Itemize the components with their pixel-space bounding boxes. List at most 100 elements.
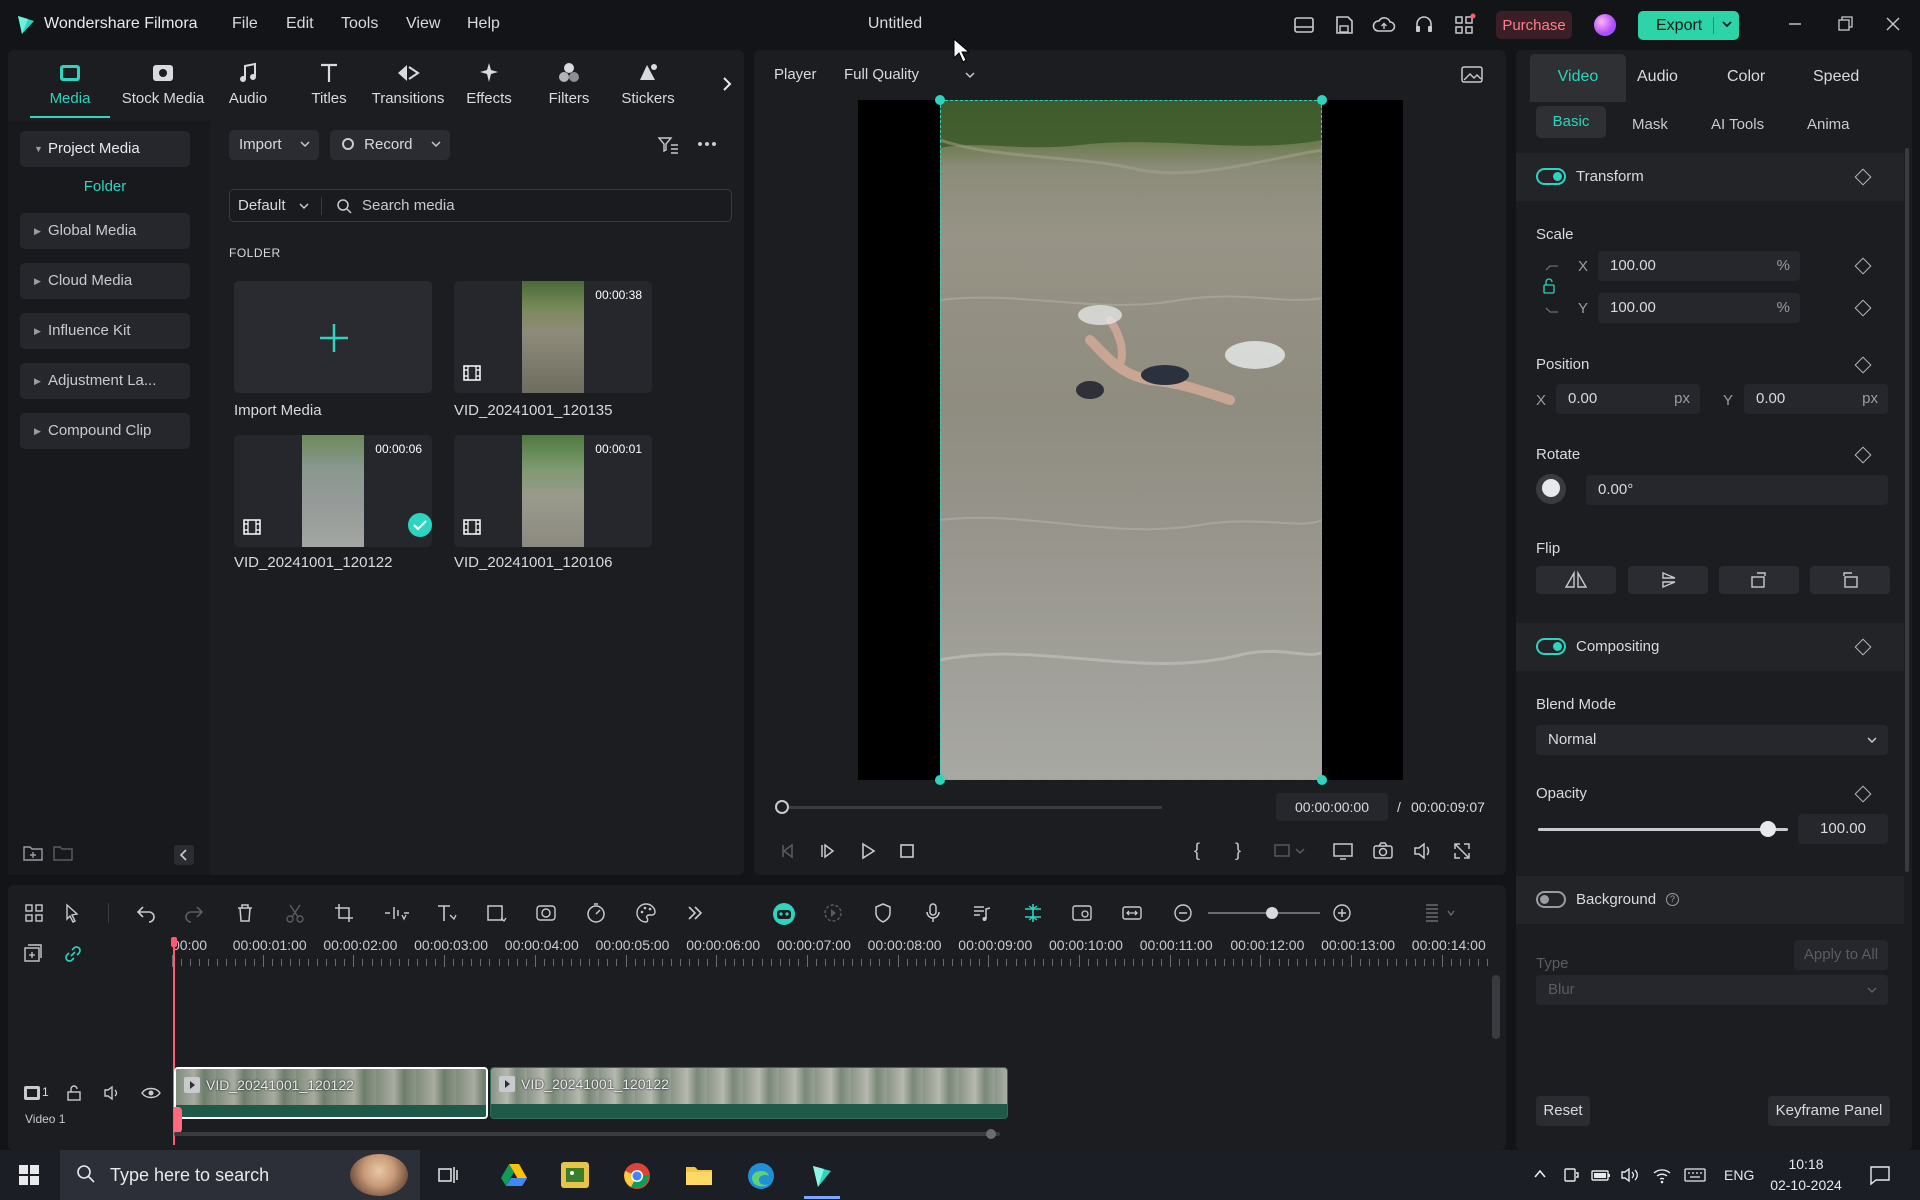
cut-icon[interactable]	[283, 901, 307, 925]
keyframe-diamond-icon[interactable]	[1854, 638, 1872, 656]
zoom-slider-handle[interactable]	[1266, 907, 1278, 919]
transform-toggle[interactable]	[1536, 168, 1566, 185]
shield-icon[interactable]	[871, 901, 895, 925]
video-preview[interactable]	[858, 95, 1403, 785]
text-tool-icon[interactable]	[434, 901, 458, 925]
select-tool-icon[interactable]	[62, 901, 86, 925]
tab-titles[interactable]: Titles	[289, 60, 369, 107]
edge-icon[interactable]	[747, 1162, 775, 1190]
timeline-hscrollbar[interactable]	[174, 1132, 1000, 1136]
microphone-icon[interactable]	[921, 901, 945, 925]
delete-icon[interactable]	[233, 901, 257, 925]
tab-speed[interactable]: Speed	[1813, 68, 1859, 86]
quality-dropdown[interactable]: Full Quality	[844, 66, 976, 83]
headset-icon[interactable]	[1412, 13, 1436, 37]
video-frame[interactable]	[935, 95, 1327, 785]
subtab-animation[interactable]: Anima	[1807, 116, 1861, 133]
subtab-mask[interactable]: Mask	[1632, 116, 1668, 133]
current-time[interactable]: 00:00:00:00	[1276, 793, 1388, 821]
keyframe-diamond-icon[interactable]	[1854, 168, 1872, 186]
cloud-upload-icon[interactable]	[1372, 13, 1396, 37]
tab-stock-media[interactable]: Stock Media	[115, 60, 211, 107]
timeline-clip[interactable]: VID_20241001_120122	[174, 1067, 488, 1119]
shape-icon[interactable]	[484, 901, 508, 925]
tab-color[interactable]: Color	[1727, 68, 1765, 86]
eye-icon[interactable]	[140, 1083, 162, 1103]
rotate-input[interactable]: 0.00°	[1586, 475, 1888, 505]
notifications-icon[interactable]	[1868, 1164, 1892, 1186]
photos-app-icon[interactable]	[561, 1162, 589, 1188]
folder-icon[interactable]	[52, 843, 74, 863]
volume-icon[interactable]	[1412, 841, 1434, 861]
tab-effects[interactable]: Effects	[449, 60, 529, 107]
battery-icon[interactable]	[1590, 1166, 1612, 1184]
tab-stickers[interactable]: Stickers	[608, 60, 688, 107]
keyframe-panel-button[interactable]: Keyframe Panel	[1768, 1096, 1890, 1126]
speed-icon[interactable]	[584, 901, 608, 925]
flip-horizontal-button[interactable]	[1536, 566, 1616, 594]
clock-time[interactable]: 10:18	[1771, 1156, 1841, 1172]
lock-track-icon[interactable]	[64, 1083, 84, 1103]
mark-out-icon[interactable]: }	[1235, 840, 1241, 861]
apps-grid-icon[interactable]	[1452, 13, 1476, 37]
collapse-sidebar-icon[interactable]	[174, 845, 194, 865]
tab-filters[interactable]: Filters	[529, 60, 609, 107]
speaker-icon[interactable]	[1620, 1166, 1640, 1184]
add-track-icon[interactable]	[22, 943, 44, 965]
restore-icon[interactable]	[1835, 14, 1855, 34]
layout-icon[interactable]	[1292, 13, 1316, 37]
snapshot-icon[interactable]	[1372, 841, 1394, 861]
image-preview-icon[interactable]	[1460, 64, 1484, 86]
mask-tool-icon[interactable]	[534, 901, 558, 925]
record-dropdown[interactable]: Record	[330, 130, 450, 160]
windows-start-icon[interactable]	[18, 1164, 40, 1186]
sidebar-item-influence-kit[interactable]: ▶ Influence Kit	[20, 313, 190, 349]
save-icon[interactable]	[1332, 13, 1356, 37]
keyframe-diamond-icon[interactable]	[1854, 356, 1872, 374]
taskbar-search[interactable]: Type here to search	[60, 1150, 420, 1200]
sidebar-item-project-media[interactable]: ▼ Project Media	[20, 131, 190, 167]
fullscreen-icon[interactable]	[1452, 841, 1472, 861]
timeline-ruler[interactable]: 00:00 00:00:01:00 00:00:02:00 00:00:03:00 00…	[172, 937, 1502, 977]
color-palette-icon[interactable]	[634, 901, 658, 925]
opacity-slider-track[interactable]	[1538, 828, 1788, 831]
picture-in-picture-icon[interactable]	[1070, 901, 1094, 925]
minimize-icon[interactable]	[1785, 14, 1805, 34]
blend-mode-select[interactable]: Normal	[1536, 725, 1888, 755]
avatar[interactable]	[1594, 14, 1616, 36]
tab-transitions[interactable]: Transitions	[360, 60, 456, 107]
chrome-icon[interactable]	[623, 1162, 651, 1190]
scale-y-input[interactable]: 100.00%	[1598, 293, 1800, 323]
keyframe-diamond-icon[interactable]	[1854, 446, 1872, 464]
tab-audio-props[interactable]: Audio	[1637, 68, 1678, 86]
clock-date[interactable]: 02-10-2024	[1766, 1177, 1846, 1193]
track-layout-icon[interactable]	[1422, 901, 1455, 925]
sidebar-item-cloud-media[interactable]: ▶ Cloud Media	[20, 263, 190, 299]
opacity-input[interactable]: 100.00	[1798, 814, 1888, 844]
timeline-scroll-handle[interactable]	[986, 1129, 996, 1139]
apply-to-all-button[interactable]: Apply to All	[1794, 940, 1888, 970]
chevron-right-icon[interactable]	[720, 75, 734, 93]
position-y-input[interactable]: 0.00 px	[1744, 384, 1888, 414]
keyboard-icon[interactable]	[1683, 1166, 1707, 1184]
export-button[interactable]: Export	[1638, 11, 1739, 40]
file-explorer-icon[interactable]	[685, 1163, 713, 1187]
stop-icon[interactable]	[897, 841, 917, 861]
zoom-slider-track[interactable]	[1208, 912, 1320, 914]
tab-audio[interactable]: Audio	[208, 60, 288, 107]
blur-select[interactable]: Blur	[1536, 975, 1888, 1005]
layout-grid-icon[interactable]	[22, 901, 46, 925]
timeline-vscrollbar[interactable]	[1492, 975, 1500, 1039]
keyframe-diamond-icon[interactable]	[1854, 299, 1872, 317]
properties-scrollbar[interactable]	[1905, 148, 1909, 872]
render-preview-icon[interactable]	[821, 901, 845, 925]
audio-list-icon[interactable]	[970, 901, 994, 925]
tab-media[interactable]: Media	[30, 60, 110, 118]
import-media-card[interactable]	[234, 281, 432, 393]
subtab-basic[interactable]: Basic	[1536, 106, 1606, 138]
new-folder-icon[interactable]	[22, 843, 44, 863]
tab-video[interactable]: Video	[1545, 68, 1611, 86]
keyframe-diamond-icon[interactable]	[1854, 257, 1872, 275]
sidebar-folder[interactable]: Folder	[20, 178, 190, 195]
opacity-slider-handle[interactable]	[1760, 821, 1776, 837]
